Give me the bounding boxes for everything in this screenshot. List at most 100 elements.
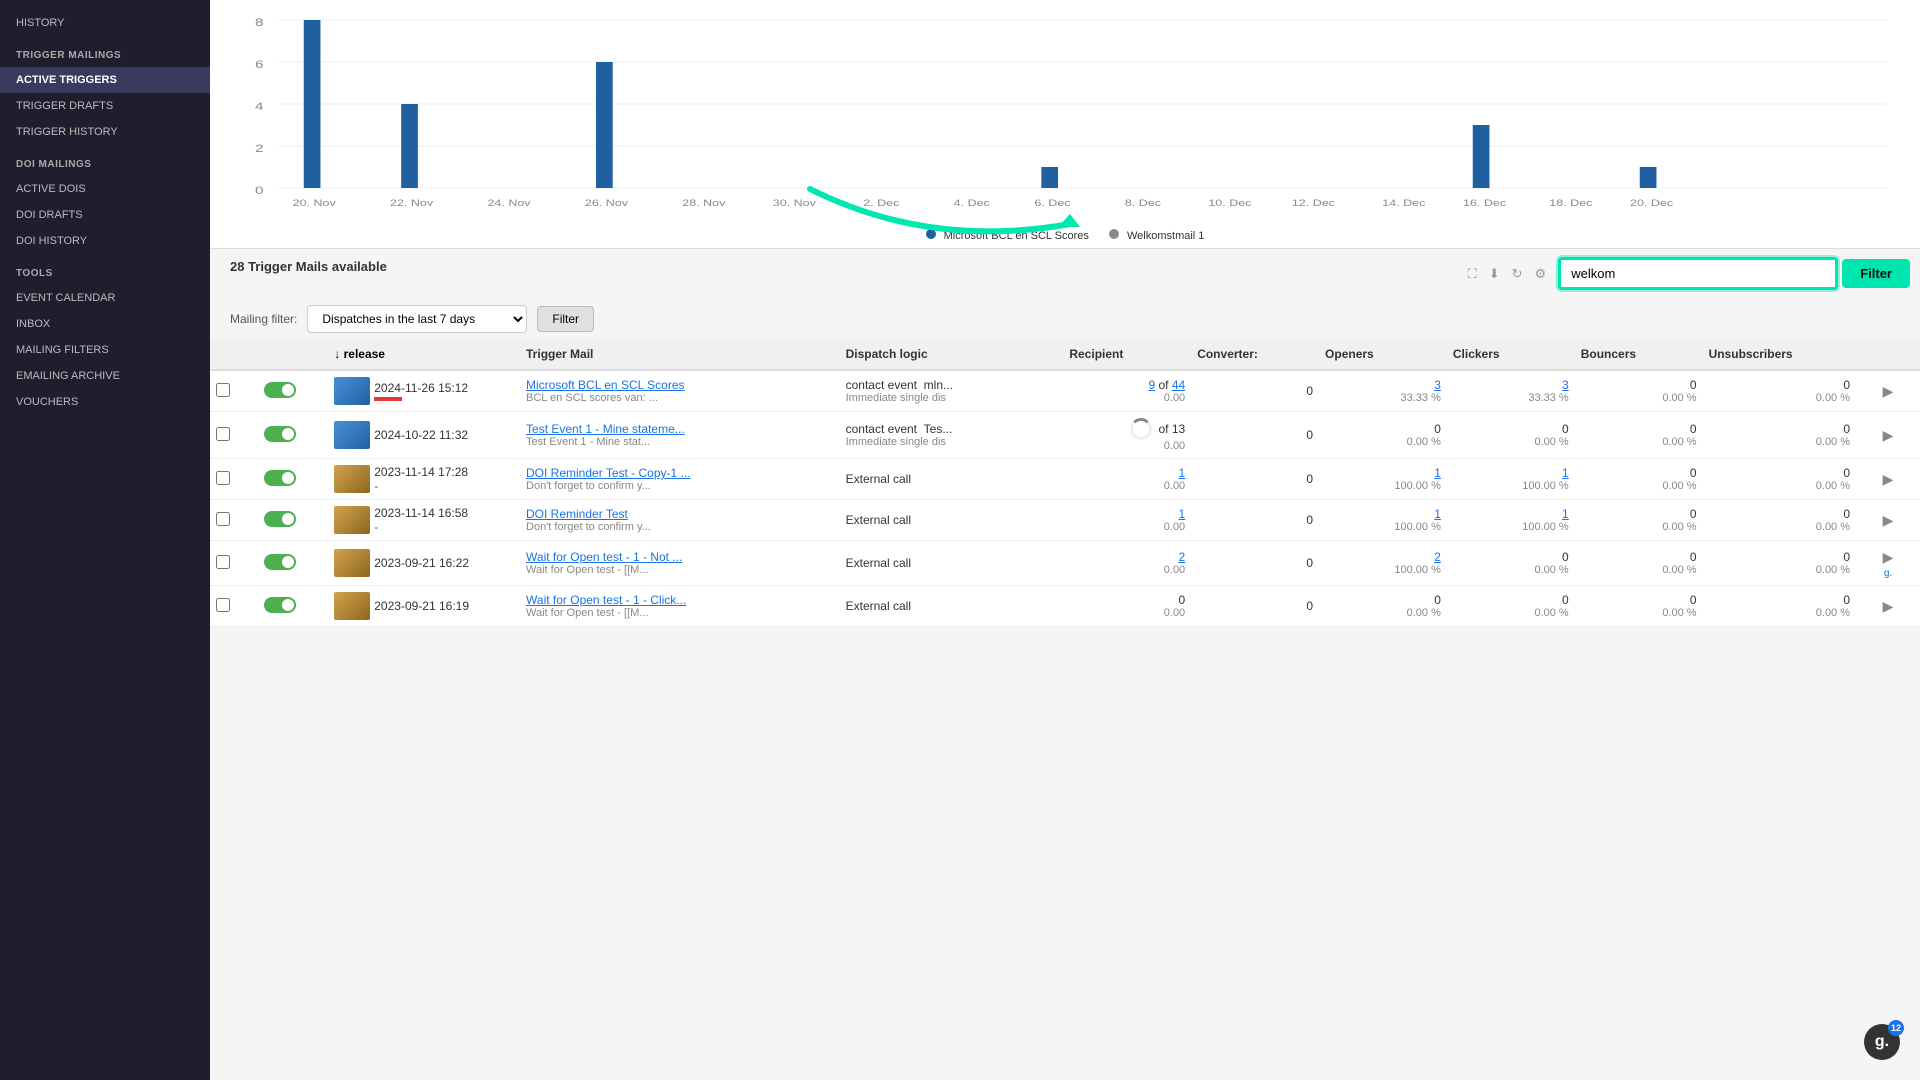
- row5-openers: 2 100.00 %: [1319, 541, 1447, 586]
- expand-icon[interactable]: ⛶: [1468, 266, 1477, 282]
- row2-play-button[interactable]: ▶: [1881, 425, 1896, 446]
- row1-dispatch: contact event mln... Immediate single di…: [840, 370, 1064, 412]
- sidebar-item-event-calendar[interactable]: EVENT CALENDAR: [0, 285, 210, 311]
- row3-unsub: 0 0.00 %: [1703, 459, 1856, 500]
- th-clickers[interactable]: Clickers: [1447, 339, 1575, 370]
- row5-trigger-mail: Wait for Open test - 1 - Not ... Wait fo…: [520, 541, 840, 586]
- row6-release: 2023-09-21 16:19: [328, 586, 520, 627]
- th-recipient[interactable]: Recipient: [1063, 339, 1191, 370]
- th-action: [1856, 339, 1920, 370]
- row4-thumbnail: [334, 506, 370, 534]
- th-openers[interactable]: Openers: [1319, 339, 1447, 370]
- row5-unsub: 0 0.00 %: [1703, 541, 1856, 586]
- triggers-table: ↓ release Trigger Mail Dispatch logic Re…: [210, 339, 1920, 627]
- row2-bouncers: 0 0.00 %: [1575, 412, 1703, 459]
- row3-toggle[interactable]: [264, 470, 296, 486]
- row5-release: 2023-09-21 16:22: [328, 541, 520, 586]
- row6-toggle[interactable]: [264, 597, 296, 613]
- row3-openers: 1 100.00 %: [1319, 459, 1447, 500]
- row4-openers: 1 100.00 %: [1319, 500, 1447, 541]
- row6-checkbox[interactable]: [216, 598, 230, 612]
- sidebar-item-vouchers[interactable]: VOUCHERS: [0, 389, 210, 415]
- search-input[interactable]: [1558, 257, 1838, 290]
- row6-play-button[interactable]: ▶: [1881, 596, 1896, 617]
- table-row: 2023-11-14 16:58 - DOI Reminder Test Don…: [210, 500, 1920, 541]
- svg-text:6: 6: [255, 58, 264, 70]
- svg-text:14. Dec: 14. Dec: [1382, 199, 1426, 209]
- svg-text:10. Dec: 10. Dec: [1208, 199, 1252, 209]
- row1-toggle[interactable]: [264, 382, 296, 398]
- row1-checkbox[interactable]: [216, 383, 230, 397]
- svg-text:20. Dec: 20. Dec: [1630, 199, 1674, 209]
- svg-text:16. Dec: 16. Dec: [1463, 199, 1507, 209]
- svg-text:24. Nov: 24. Nov: [487, 199, 531, 209]
- row1-status-bar: [374, 397, 402, 401]
- available-count: 28 Trigger Mails available: [230, 259, 387, 274]
- svg-text:4. Dec: 4. Dec: [954, 199, 991, 209]
- row1-play-button[interactable]: ▶: [1881, 381, 1896, 402]
- row6-bouncers: 0 0.00 %: [1575, 586, 1703, 627]
- sidebar-item-active-dois[interactable]: ACTIVE DOIS: [0, 176, 210, 202]
- svg-text:6. Dec: 6. Dec: [1034, 199, 1071, 209]
- search-filter-wrapper: ⛶ ⬇ ↻ ⚙ Filter: [1468, 257, 1910, 290]
- th-bouncers[interactable]: Bouncers: [1575, 339, 1703, 370]
- th-dispatch-logic[interactable]: Dispatch logic: [840, 339, 1064, 370]
- sidebar-item-active-triggers[interactable]: ACTIVE TRIGGERS: [0, 67, 210, 93]
- sidebar-item-inbox[interactable]: INBOX: [0, 311, 210, 337]
- row4-toggle[interactable]: [264, 511, 296, 527]
- sidebar-item-trigger-drafts[interactable]: TRIGGER DRAFTS: [0, 93, 210, 119]
- row3-checkbox[interactable]: [216, 471, 230, 485]
- g-badge-count: 12: [1888, 1020, 1904, 1036]
- sidebar-item-history[interactable]: HISTORY: [0, 10, 210, 36]
- row2-toggle[interactable]: [264, 426, 296, 442]
- sidebar-section-doi-mailings: DOI MAILINGS: [0, 145, 210, 176]
- row5-play-button[interactable]: ▶: [1881, 547, 1896, 568]
- th-release[interactable]: ↓ release: [328, 339, 520, 370]
- sidebar-item-trigger-history[interactable]: TRIGGER HISTORY: [0, 119, 210, 145]
- legend-item-bcl: Microsoft BCL en SCL Scores: [926, 229, 1089, 242]
- row5-toggle[interactable]: [264, 554, 296, 570]
- download-icon[interactable]: ⬇: [1489, 266, 1500, 282]
- row6-recipient: 0 0.00: [1063, 586, 1191, 627]
- svg-text:2: 2: [255, 142, 264, 154]
- row4-checkbox[interactable]: [216, 512, 230, 526]
- loading-spinner: [1130, 418, 1152, 440]
- row5-extra-icon[interactable]: g.: [1862, 568, 1914, 579]
- th-converter[interactable]: Converter:: [1191, 339, 1319, 370]
- svg-text:8: 8: [255, 16, 264, 28]
- row4-unsub: 0 0.00 %: [1703, 500, 1856, 541]
- row2-checkbox[interactable]: [216, 427, 230, 441]
- apply-filter-button[interactable]: Filter: [537, 306, 594, 332]
- g-badge[interactable]: g. 12: [1864, 1024, 1900, 1060]
- row3-release: 2023-11-14 17:28 -: [328, 459, 520, 500]
- row1-openers: 3 33.33 %: [1319, 370, 1447, 412]
- mailing-filter-select[interactable]: Dispatches in the last 7 days All dispat…: [307, 305, 527, 333]
- row4-trigger-mail: DOI Reminder Test Don't forget to confir…: [520, 500, 840, 541]
- row2-action: ▶: [1856, 412, 1920, 459]
- table-header-row: ↓ release Trigger Mail Dispatch logic Re…: [210, 339, 1920, 370]
- row4-play-button[interactable]: ▶: [1881, 510, 1896, 531]
- row1-bouncers: 0 0.00 %: [1575, 370, 1703, 412]
- th-unsubscribers[interactable]: Unsubscribers: [1703, 339, 1856, 370]
- table-row: 2024-10-22 11:32 Test Event 1 - Mine sta…: [210, 412, 1920, 459]
- th-toggle: [258, 339, 328, 370]
- row5-checkbox[interactable]: [216, 555, 230, 569]
- refresh-icon[interactable]: ↻: [1512, 266, 1523, 282]
- row3-play-button[interactable]: ▶: [1881, 469, 1896, 490]
- row1-recipient: 9 of 44 0.00: [1063, 370, 1191, 412]
- chart-legend: Microsoft BCL en SCL Scores Welkomstmail…: [230, 223, 1900, 248]
- table-toolbar: 28 Trigger Mails available ⛶ ⬇ ↻ ⚙ Filte…: [210, 249, 1920, 299]
- main-content: 8 6 4 2 0 20. Nov 22. Nov 24. Nov 26. No…: [210, 0, 1920, 1080]
- row2-thumbnail: [334, 421, 370, 449]
- legend-dot-welkomst: [1109, 229, 1119, 239]
- row3-action: ▶: [1856, 459, 1920, 500]
- sidebar-item-doi-history[interactable]: DOI HISTORY: [0, 228, 210, 254]
- search-filter-button[interactable]: Filter: [1842, 259, 1910, 288]
- row3-recipient: 1 0.00: [1063, 459, 1191, 500]
- sidebar-item-mailing-filters[interactable]: MAILING FILTERS: [0, 337, 210, 363]
- sidebar-item-doi-drafts[interactable]: DOI DRAFTS: [0, 202, 210, 228]
- row2-release: 2024-10-22 11:32: [328, 412, 520, 459]
- sidebar-item-emailing-archive[interactable]: EMAILING ARCHIVE: [0, 363, 210, 389]
- settings-icon[interactable]: ⚙: [1535, 266, 1547, 282]
- th-trigger-mail[interactable]: Trigger Mail: [520, 339, 840, 370]
